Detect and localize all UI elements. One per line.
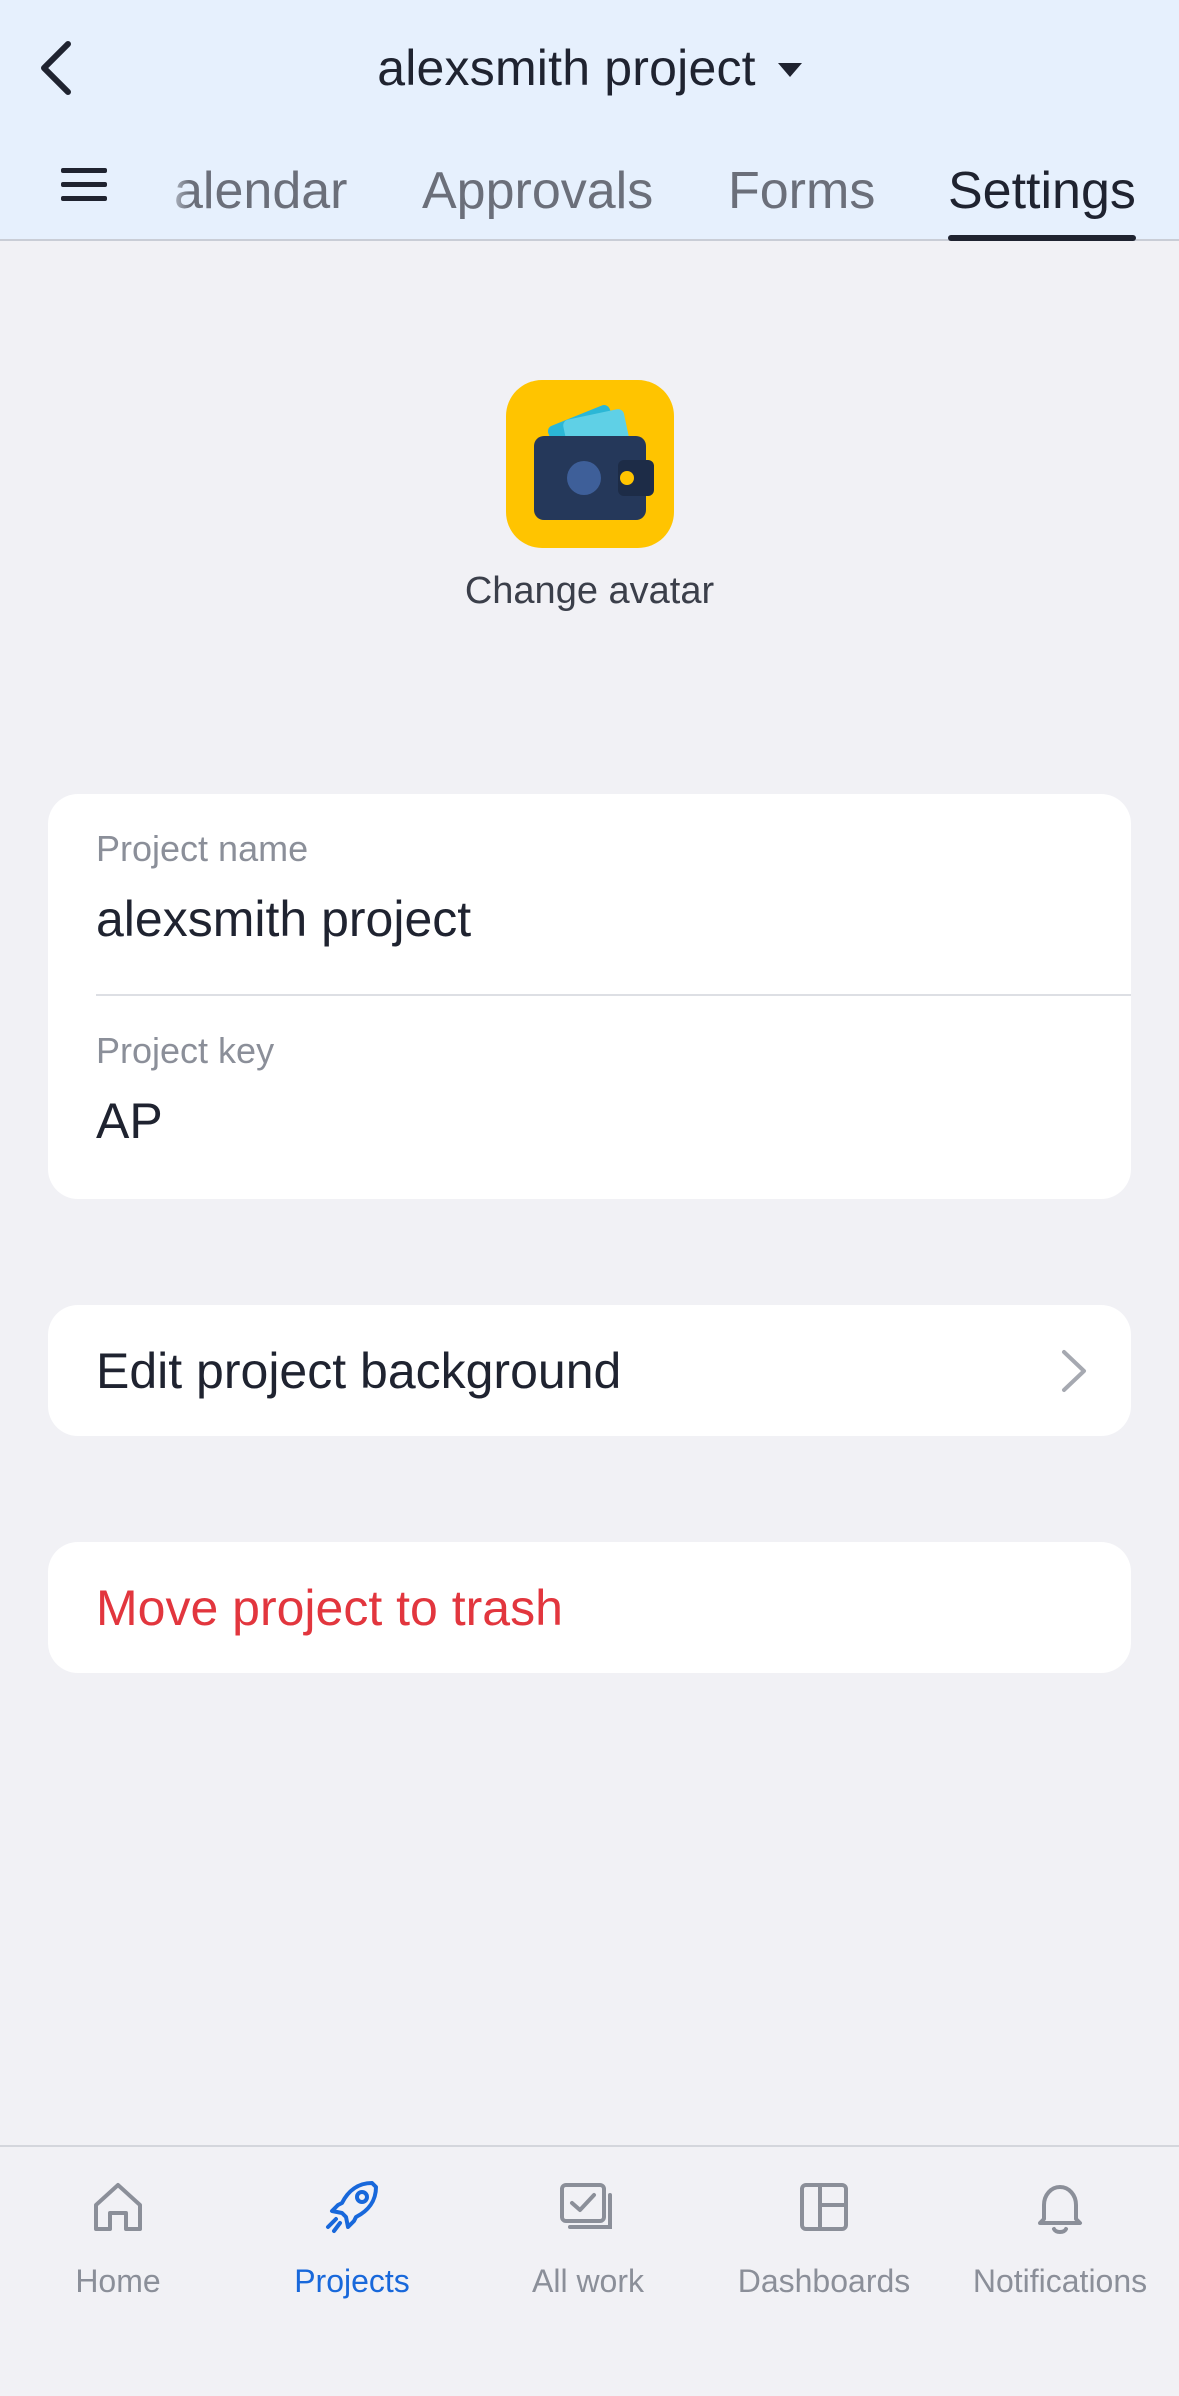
project-key-label: Project key (96, 1030, 275, 1071)
nav-all-work-label: All work (531, 2263, 644, 2299)
project-name-field[interactable]: Project name alexsmith project (96, 828, 1131, 948)
menu-button[interactable] (56, 160, 112, 210)
move-to-trash-label: Move project to trash (96, 1579, 563, 1636)
nav-all-work[interactable]: All work (470, 2175, 706, 2305)
nav-notifications-label: Notifications (972, 2263, 1148, 2299)
tab-calendar-label: alendar (174, 161, 348, 220)
tab-bar: alendar Approvals Forms Settings (160, 140, 1179, 241)
field-divider (96, 994, 1131, 996)
move-to-trash-row[interactable]: Move project to trash (48, 1542, 1131, 1673)
project-avatar[interactable] (506, 380, 674, 548)
hamburger-icon (61, 168, 107, 201)
project-settings-screen: alexsmith project alendar Approvals Form… (0, 0, 1179, 2396)
tab-settings-label: Settings (948, 161, 1136, 220)
rocket-icon (326, 2181, 378, 2233)
nav-home-label: Home (75, 2263, 161, 2299)
home-icon (94, 2183, 142, 2231)
tab-approvals[interactable]: Approvals (422, 140, 653, 241)
change-avatar-link[interactable]: Change avatar (0, 570, 1179, 613)
tab-forms[interactable]: Forms (728, 140, 875, 241)
project-key-field[interactable]: Project key AP (96, 1030, 1131, 1150)
project-info-card: Project name alexsmith project Project k… (48, 794, 1131, 1199)
project-switcher[interactable]: alexsmith project (0, 30, 1179, 106)
nav-notifications[interactable]: Notifications (942, 2175, 1178, 2305)
edit-background-label: Edit project background (96, 1342, 622, 1399)
checkbox-stack-icon (560, 2183, 612, 2229)
top-header: alexsmith project alendar Approvals Form… (0, 0, 1179, 241)
project-key-value: AP (96, 1093, 163, 1149)
nav-dashboards-label: Dashboards (737, 2263, 911, 2299)
nav-home[interactable]: Home (0, 2175, 236, 2305)
caret-down-icon (777, 63, 802, 77)
project-name-value: alexsmith project (96, 891, 472, 947)
wallet-icon (534, 405, 654, 520)
tab-fade-overlay (160, 140, 190, 239)
active-tab-indicator (948, 235, 1136, 241)
project-name-label: Project name (96, 828, 309, 869)
tab-calendar[interactable]: alendar (174, 140, 347, 241)
tab-settings[interactable]: Settings (948, 140, 1136, 241)
project-title: alexsmith project (377, 40, 756, 96)
nav-projects-label: Projects (294, 2263, 410, 2299)
edit-background-row[interactable]: Edit project background (48, 1305, 1131, 1436)
tab-approvals-label: Approvals (422, 161, 654, 220)
nav-dashboards[interactable]: Dashboards (706, 2175, 942, 2305)
nav-projects[interactable]: Projects (234, 2175, 470, 2305)
bell-icon (1038, 2185, 1082, 2234)
bottom-navigation: Home Projects All work Dashboards Notifi… (0, 2145, 1179, 2396)
tab-forms-label: Forms (728, 161, 876, 220)
chevron-right-icon (1062, 1350, 1086, 1392)
dashboard-icon (800, 2183, 848, 2231)
